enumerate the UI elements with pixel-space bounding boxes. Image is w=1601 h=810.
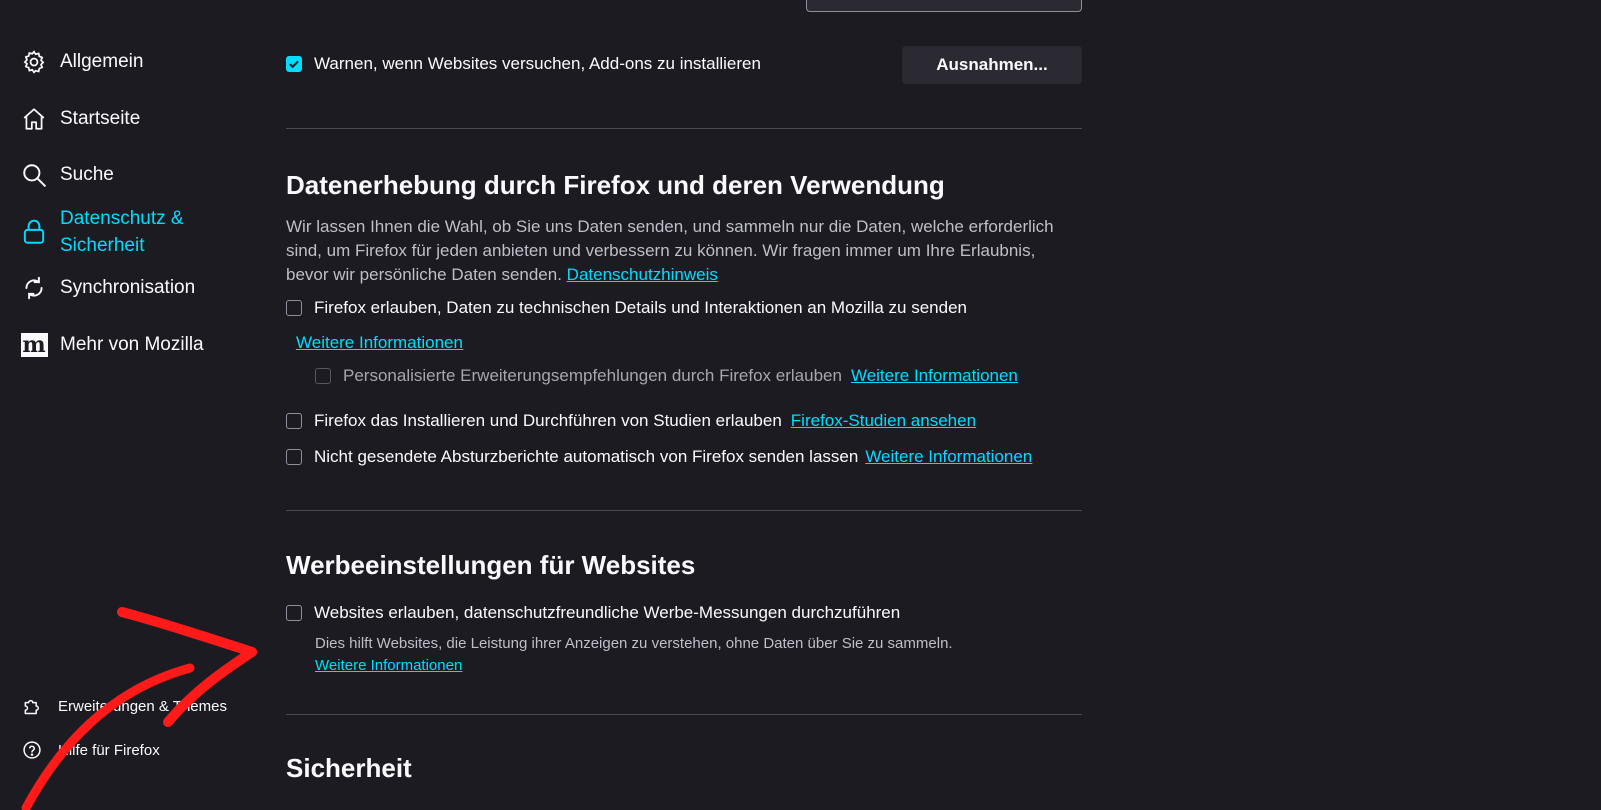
preferences-search-input[interactable]	[806, 0, 1082, 12]
technical-data-checkbox[interactable]	[286, 300, 302, 316]
sidebar-item-more-from-mozilla[interactable]: m Mehr von Mozilla	[20, 331, 204, 359]
help-icon	[22, 740, 42, 760]
privacy-notice-link[interactable]: Datenschutzhinweis	[567, 265, 718, 284]
personalized-recommendations-checkbox[interactable]	[315, 368, 331, 384]
personalized-more-info-link[interactable]: Weitere Informationen	[851, 366, 1018, 386]
crash-reports-more-info-link[interactable]: Weitere Informationen	[865, 447, 1032, 467]
studies-label: Firefox das Installieren und Durchführen…	[314, 411, 782, 430]
search-icon	[20, 161, 48, 189]
sidebar: Allgemein Startseite Suche Datenschutz &…	[0, 0, 260, 810]
sidebar-item-label: Synchronisation	[60, 277, 196, 298]
crash-reports-label: Nicht gesendete Absturzberichte automati…	[314, 447, 859, 466]
technical-data-row[interactable]: Firefox erlauben, Daten zu technischen D…	[286, 298, 967, 318]
data-collection-heading: Datenerhebung durch Firefox und deren Ve…	[286, 170, 945, 200]
ad-settings-heading: Werbeeinstellungen für Websites	[286, 550, 696, 580]
ad-measurement-description: Dies hilft Websites, die Leistung ihrer …	[315, 635, 953, 652]
lock-icon	[20, 218, 48, 246]
data-collection-description: Wir lassen Ihnen die Wahl, ob Sie uns Da…	[286, 217, 1054, 284]
section-divider	[286, 128, 1082, 129]
checkmark-icon	[289, 60, 299, 69]
sidebar-item-label: Sicherheit	[60, 235, 145, 256]
puzzle-icon	[22, 696, 42, 716]
view-studies-link[interactable]: Firefox-Studien ansehen	[791, 411, 976, 431]
section-divider	[286, 510, 1082, 511]
home-icon	[20, 105, 48, 133]
sidebar-item-privacy-security[interactable]: Datenschutz & Sicherheit	[20, 205, 184, 259]
sidebar-item-label: Allgemein	[60, 51, 144, 72]
ad-measurement-label: Websites erlauben, datenschutzfreundlich…	[314, 603, 901, 622]
ad-measurement-row[interactable]: Websites erlauben, datenschutzfreundlich…	[286, 603, 900, 623]
technical-data-more-info-link[interactable]: Weitere Informationen	[296, 333, 463, 353]
sidebar-item-label: Mehr von Mozilla	[60, 334, 204, 355]
personalized-recommendations-label: Personalisierte Erweiterungsempfehlungen…	[343, 366, 842, 385]
sidebar-item-help[interactable]: Hilfe für Firefox	[22, 740, 160, 760]
sidebar-item-label: Startseite	[60, 108, 141, 129]
addon-warning-row[interactable]: Warnen, wenn Websites versuchen, Add-ons…	[286, 54, 761, 74]
studies-row[interactable]: Firefox das Installieren und Durchführen…	[286, 411, 976, 431]
security-heading: Sicherheit	[286, 753, 412, 783]
sync-icon	[20, 274, 48, 302]
ad-measurement-checkbox[interactable]	[286, 605, 302, 621]
studies-checkbox[interactable]	[286, 413, 302, 429]
mozilla-icon: m	[20, 332, 48, 358]
section-divider	[286, 714, 1082, 715]
personalized-recommendations-row[interactable]: Personalisierte Erweiterungsempfehlungen…	[315, 366, 1018, 386]
sidebar-item-label: Hilfe für Firefox	[58, 741, 160, 759]
addon-exceptions-button[interactable]: Ausnahmen...	[902, 46, 1082, 84]
addon-warning-checkbox[interactable]	[286, 56, 302, 72]
sidebar-item-search[interactable]: Suche	[20, 161, 114, 189]
sidebar-item-label: Datenschutz &	[60, 208, 184, 229]
sidebar-item-extensions-themes[interactable]: Erweiterungen & Themes	[22, 696, 227, 716]
sidebar-item-home[interactable]: Startseite	[20, 105, 140, 133]
sidebar-item-label: Erweiterungen & Themes	[58, 697, 227, 715]
addon-warning-label: Warnen, wenn Websites versuchen, Add-ons…	[314, 54, 761, 73]
crash-reports-row[interactable]: Nicht gesendete Absturzberichte automati…	[286, 447, 1032, 467]
gear-icon	[20, 48, 48, 76]
crash-reports-checkbox[interactable]	[286, 449, 302, 465]
sidebar-item-general[interactable]: Allgemein	[20, 48, 143, 76]
ad-measurement-more-info-link[interactable]: Weitere Informationen	[315, 657, 462, 674]
sidebar-item-label: Suche	[60, 164, 114, 185]
technical-data-label: Firefox erlauben, Daten zu technischen D…	[314, 298, 967, 317]
sidebar-item-sync[interactable]: Synchronisation	[20, 274, 195, 302]
